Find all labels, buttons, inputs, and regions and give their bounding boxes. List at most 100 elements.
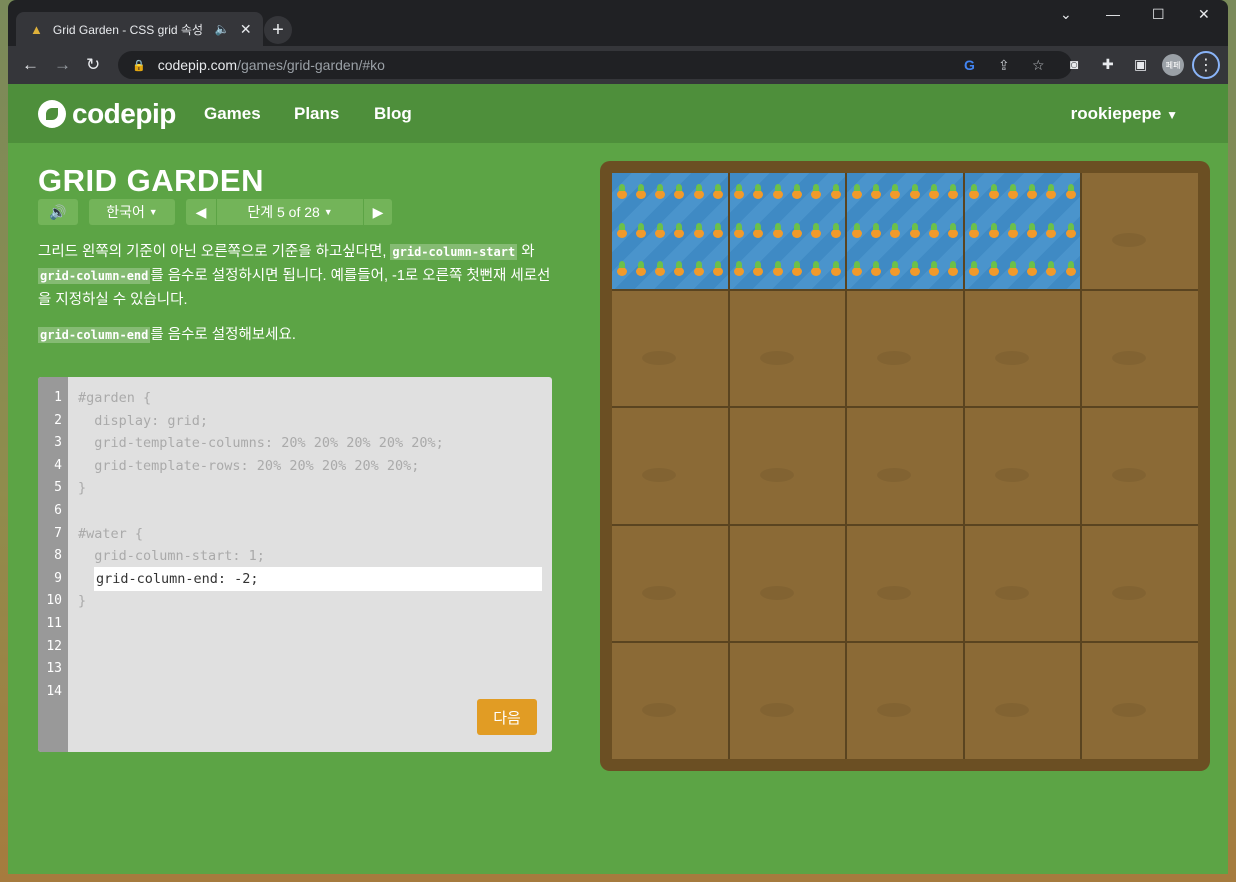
css-code-input[interactable] bbox=[94, 567, 542, 591]
code-term-grid-column-end: grid-column-end bbox=[38, 268, 151, 284]
carrot-icon bbox=[1045, 261, 1057, 277]
carrot-icon bbox=[889, 222, 901, 239]
bookmark-star-icon[interactable]: ☆ bbox=[1032, 57, 1045, 74]
carrot-icon bbox=[772, 261, 784, 277]
url-path: /games/grid-garden/#ko bbox=[237, 57, 385, 73]
css-editor: 1 2 3 4 5 6 7 8 9 10 11 12 13 14 #garden… bbox=[38, 377, 552, 752]
caret-down-icon: ▼ bbox=[148, 207, 158, 217]
nav-plans[interactable]: Plans bbox=[294, 104, 339, 124]
carrot-icon bbox=[693, 184, 705, 200]
line-number: 13 bbox=[46, 661, 62, 677]
close-tab-icon[interactable]: ✕ bbox=[240, 21, 252, 38]
carrot-icon bbox=[654, 184, 666, 200]
next-button[interactable]: 다음 bbox=[477, 699, 537, 735]
extensions-icon[interactable]: ✚ bbox=[1102, 56, 1114, 73]
code-line: grid-template-rows: 20% 20% 20% 20% 20%; bbox=[78, 457, 420, 474]
carrot-icon bbox=[810, 184, 822, 200]
browser-tab[interactable]: ▲ Grid Garden - CSS grid 속성 🔈 ✕ bbox=[16, 12, 263, 46]
browser-menu-icon[interactable]: ⋮ bbox=[1192, 51, 1220, 79]
soil-tile bbox=[612, 408, 728, 524]
camera-icon[interactable]: ◙ bbox=[1070, 56, 1078, 72]
maximize-icon[interactable]: ☐ bbox=[1152, 6, 1165, 23]
new-tab-button[interactable]: + bbox=[264, 16, 292, 44]
water-tile bbox=[612, 173, 728, 289]
username: rookiepepe bbox=[1070, 104, 1162, 123]
share-icon[interactable]: ⇪ bbox=[998, 57, 1010, 74]
carrot-icon bbox=[947, 261, 959, 277]
carrot-icon bbox=[1007, 261, 1019, 277]
carrot-icon bbox=[909, 261, 921, 277]
sound-toggle-button[interactable]: 🔊 bbox=[38, 199, 78, 225]
carrot-icon bbox=[1007, 222, 1019, 239]
side-panel-icon[interactable]: ▣ bbox=[1134, 56, 1147, 73]
soil-tile bbox=[847, 290, 963, 407]
carrot-icon bbox=[712, 261, 724, 277]
garden-grid bbox=[612, 173, 1198, 759]
address-bar[interactable]: 🔒 codepip.com /games/grid-garden/#ko G ⇪… bbox=[118, 51, 1072, 79]
carrot-icon bbox=[1065, 261, 1077, 277]
carrot-icon bbox=[1045, 184, 1057, 200]
carrot-icon bbox=[635, 222, 647, 239]
soil-tile bbox=[1082, 408, 1198, 524]
soil-tile bbox=[729, 643, 846, 759]
soil-tile bbox=[847, 525, 963, 642]
line-number: 8 bbox=[54, 548, 62, 564]
soil-tile bbox=[1082, 525, 1198, 642]
carrot-icon bbox=[654, 222, 666, 239]
carrot-icon bbox=[810, 222, 822, 239]
instructions-text-1: 그리드 왼쪽의 기준이 아닌 오른쪽으로 기준을 하고싶다면, bbox=[38, 244, 391, 260]
level-label: 단계 5 of 28 bbox=[247, 204, 320, 220]
carrot-icon bbox=[928, 222, 940, 239]
language-select[interactable]: 한국어 ▼ bbox=[89, 199, 175, 225]
task-code-term: grid-column-end bbox=[38, 327, 151, 343]
codepip-logo[interactable]: codepip bbox=[38, 98, 176, 130]
carrot-icon bbox=[752, 222, 764, 239]
carrot-icon bbox=[673, 184, 685, 200]
carrot-icon bbox=[1045, 222, 1057, 239]
carrot-icon bbox=[988, 184, 1000, 200]
soil-tile bbox=[847, 408, 963, 524]
carrot-icon bbox=[830, 261, 842, 277]
chevron-down-icon[interactable]: ⌄ bbox=[1060, 6, 1072, 23]
soil-tile bbox=[964, 290, 1081, 407]
carrot-icon bbox=[830, 222, 842, 239]
instructions: 그리드 왼쪽의 기준이 아닌 오른쪽으로 기준을 하고싶다면, grid-col… bbox=[38, 240, 558, 312]
nav-blog[interactable]: Blog bbox=[374, 104, 412, 124]
soil-tile bbox=[847, 643, 963, 759]
line-number: 5 bbox=[54, 480, 62, 496]
logo-text: codepip bbox=[72, 98, 176, 129]
google-icon[interactable]: G bbox=[964, 57, 975, 73]
speaker-icon[interactable]: 🔈 bbox=[215, 22, 230, 36]
garden-board bbox=[600, 161, 1210, 771]
triangle-left-icon: ◀ bbox=[195, 203, 207, 220]
user-menu[interactable]: rookiepepe ▼ bbox=[1071, 104, 1178, 124]
minimize-icon[interactable]: — bbox=[1106, 6, 1120, 22]
carrot-icon bbox=[673, 222, 685, 239]
close-window-icon[interactable]: ✕ bbox=[1198, 6, 1210, 23]
soil-tile bbox=[612, 643, 728, 759]
profile-avatar[interactable]: 페페 bbox=[1162, 54, 1184, 76]
nav-games[interactable]: Games bbox=[204, 104, 261, 124]
carrot-icon bbox=[733, 261, 745, 277]
carrot-icon bbox=[772, 184, 784, 200]
soil-tile bbox=[729, 290, 846, 407]
logo-mark-icon bbox=[38, 100, 66, 128]
carrot-icon bbox=[947, 222, 959, 239]
carrot-icon bbox=[1065, 222, 1077, 239]
tab-strip: ▲ Grid Garden - CSS grid 속성 🔈 ✕ + ⌄ — ☐ … bbox=[8, 0, 1228, 46]
browser-toolbar: ← → ↻ 🔒 codepip.com /games/grid-garden/#… bbox=[8, 46, 1228, 84]
carrot-icon bbox=[909, 222, 921, 239]
prev-level-button[interactable]: ◀ bbox=[186, 199, 216, 225]
level-select[interactable]: 단계 5 of 28 ▼ bbox=[217, 199, 363, 225]
reload-icon[interactable]: ↻ bbox=[86, 55, 100, 75]
line-number-gutter: 1 2 3 4 5 6 7 8 9 10 11 12 13 14 bbox=[38, 377, 68, 752]
next-level-button[interactable]: ▶ bbox=[364, 199, 392, 225]
back-icon[interactable]: ← bbox=[22, 55, 39, 75]
water-tile bbox=[847, 173, 963, 289]
carrot-icon bbox=[988, 222, 1000, 239]
carrot-icon bbox=[1007, 184, 1019, 200]
forward-icon[interactable]: → bbox=[54, 55, 71, 75]
carrot-icon bbox=[616, 261, 628, 277]
carrot-icon bbox=[810, 261, 822, 277]
